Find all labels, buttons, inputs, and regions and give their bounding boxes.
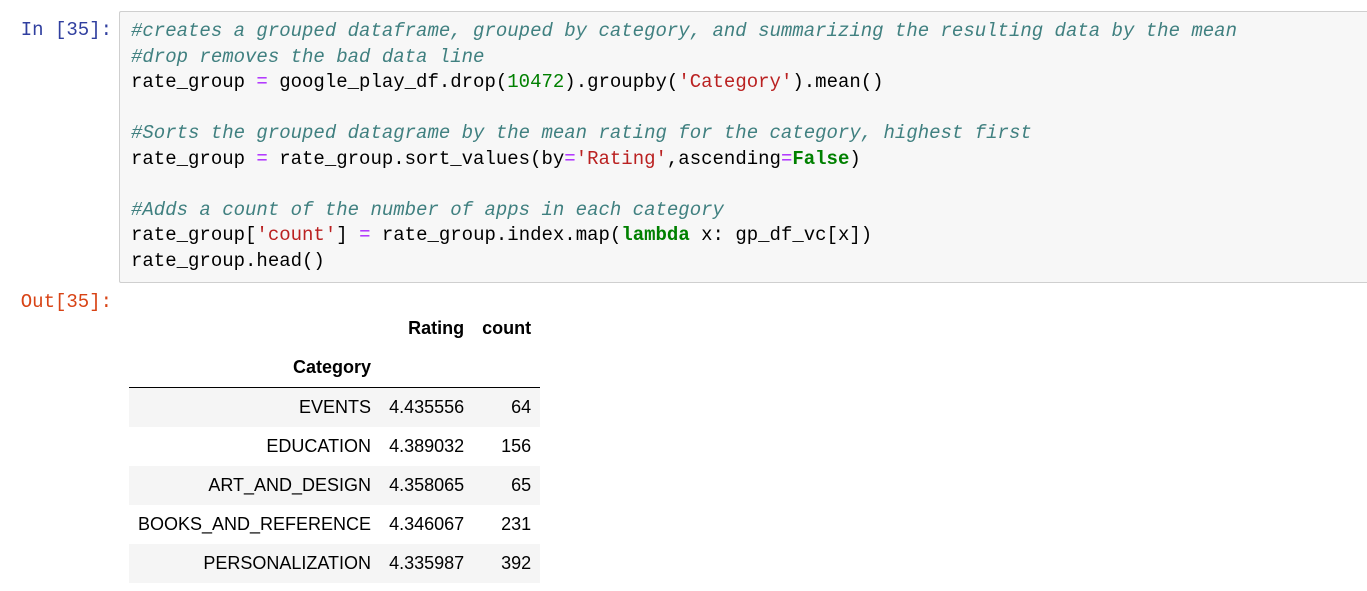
code-token: =	[256, 147, 268, 170]
column-header-row: Rating count	[129, 309, 540, 348]
code-token: x: gp_df_vc[x])	[689, 224, 873, 246]
count-cell: 392	[501, 553, 532, 573]
count-cell: 156	[501, 436, 532, 456]
code-token: ).mean()	[792, 71, 884, 93]
rating-cell: 4.389032	[389, 436, 465, 456]
code-token: google_play_df.drop(	[267, 71, 508, 93]
count-cell: 64	[511, 397, 532, 417]
code-token: 10472	[507, 71, 565, 93]
code-token: 'count'	[256, 224, 337, 246]
rating-cell: 4.358065	[389, 475, 465, 495]
code-token: =	[564, 147, 576, 170]
code-token: 'Category'	[678, 71, 793, 93]
code-line[interactable]	[131, 172, 1237, 198]
code-token: #Sorts the grouped datagrame by the mean…	[131, 122, 1032, 144]
code-token: =	[256, 71, 268, 93]
code-token: ).groupby(	[564, 71, 679, 93]
code-token: rate_group.head()	[131, 249, 325, 272]
row-index-cell: EVENTS	[299, 397, 372, 417]
code-token: ,ascending	[666, 147, 781, 170]
code-line[interactable]: rate_group.head()	[131, 249, 1237, 275]
code-token: False	[792, 147, 850, 170]
code-token: rate_group.sort_values(by	[267, 147, 565, 170]
column-header-count: count	[482, 318, 532, 338]
blank-corner-cell	[129, 309, 380, 348]
code-editor[interactable]: #creates a grouped dataframe, grouped by…	[119, 11, 1367, 283]
code-line[interactable]: #Adds a count of the number of apps in e…	[131, 198, 1237, 224]
output-prompt: Out[35]:	[20, 291, 112, 313]
blank-header-cell	[380, 348, 474, 388]
code-line[interactable]: rate_group['count'] = rate_group.index.m…	[131, 223, 1237, 249]
row-index-cell: EDUCATION	[266, 436, 372, 456]
code-text[interactable]: #creates a grouped dataframe, grouped by…	[131, 19, 1237, 274]
index-name-header: Category	[129, 348, 381, 388]
code-line[interactable]: rate_group = google_play_df.drop(10472).…	[131, 70, 1237, 96]
code-token: )	[849, 147, 861, 170]
input-prompt: In [35]:	[20, 19, 112, 41]
dataframe-table: Rating count Category EVENTS 4.435556 64…	[129, 309, 541, 583]
code-token: lambda	[621, 224, 690, 246]
table-row: EDUCATION 4.389032 156	[129, 427, 540, 466]
code-line[interactable]: #drop removes the bad data line	[131, 45, 1237, 71]
row-index-cell: ART_AND_DESIGN	[208, 475, 372, 495]
code-token: ]	[336, 224, 360, 246]
column-header-rating: Rating	[408, 318, 465, 338]
code-token: =	[780, 147, 793, 170]
code-token: #creates a grouped dataframe, grouped by…	[131, 20, 1237, 42]
table-row: BOOKS_AND_REFERENCE 4.346067 231	[129, 505, 540, 544]
table-row: PERSONALIZATION 4.335987 392	[129, 544, 541, 583]
code-line[interactable]: rate_group = rate_group.sort_values(by='…	[131, 147, 1237, 173]
row-index-cell: BOOKS_AND_REFERENCE	[138, 514, 372, 534]
table-row: ART_AND_DESIGN 4.358065 65	[129, 466, 541, 505]
code-token: rate_group[	[131, 224, 257, 246]
row-index-cell: PERSONALIZATION	[203, 553, 372, 573]
code-line[interactable]: #creates a grouped dataframe, grouped by…	[131, 19, 1237, 45]
code-token: rate_group	[131, 147, 257, 170]
rating-cell: 4.335987	[389, 553, 465, 573]
code-token: rate_group	[131, 71, 257, 93]
code-line[interactable]	[131, 96, 1237, 122]
code-token: 'Rating'	[575, 147, 667, 170]
code-token: =	[359, 224, 371, 246]
count-cell: 65	[511, 475, 532, 495]
rating-cell: 4.435556	[389, 397, 465, 417]
code-token: #Adds a count of the number of apps in e…	[131, 198, 724, 221]
table-body: EVENTS 4.435556 64 EDUCATION 4.389032 15…	[129, 387, 541, 583]
code-token: rate_group.index.map(	[370, 224, 622, 246]
count-cell: 231	[501, 514, 532, 534]
index-name-row: Category	[129, 348, 541, 388]
code-token: #drop removes the bad data line	[131, 45, 485, 68]
blank-header-cell	[473, 348, 541, 388]
rating-cell: 4.346067	[389, 514, 465, 534]
code-line[interactable]: #Sorts the grouped datagrame by the mean…	[131, 121, 1237, 147]
table-row: EVENTS 4.435556 64	[129, 387, 541, 427]
